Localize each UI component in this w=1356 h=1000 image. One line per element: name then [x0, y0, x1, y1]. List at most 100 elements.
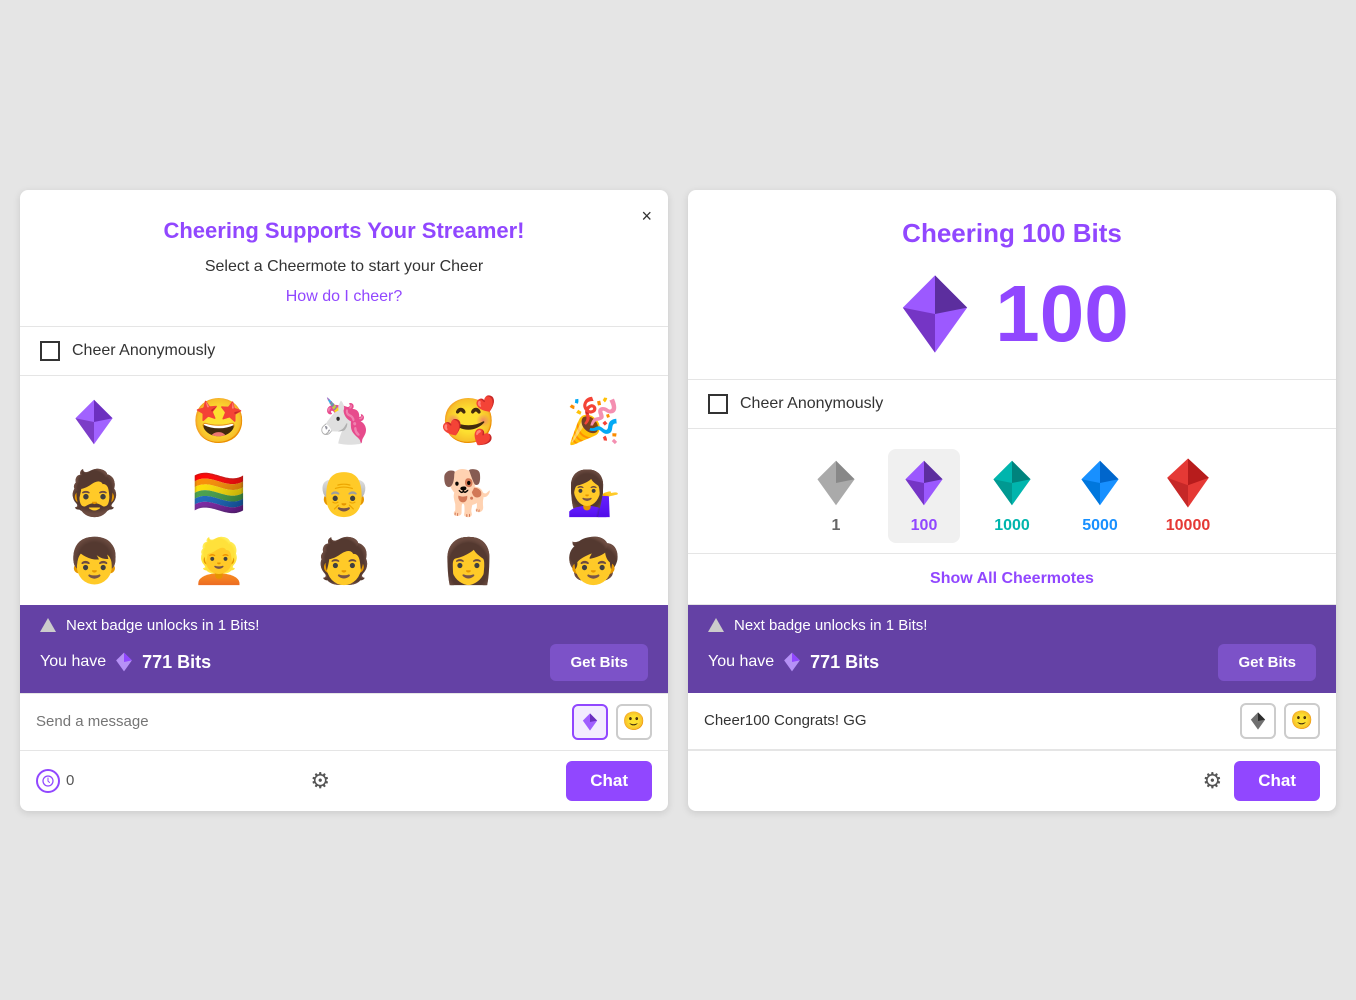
- tier-item-100[interactable]: 100: [888, 449, 960, 543]
- right-panel: Cheering 100 Bits 100 Cheer Anonymously: [688, 190, 1336, 811]
- left-badge-unlock: Next badge unlocks in 1 Bits!: [40, 617, 648, 634]
- cheermote-face2-emoji: 🧔: [67, 472, 122, 516]
- tier-item-1[interactable]: 1: [800, 449, 872, 543]
- left-badge-unlock-text: Next badge unlocks in 1 Bits!: [66, 617, 259, 634]
- show-all-cheermotes-link[interactable]: Show All Cheermotes: [688, 554, 1336, 605]
- right-bits-input-button[interactable]: [1240, 703, 1276, 739]
- right-badge-bar: Next badge unlocks in 1 Bits! You have 7…: [688, 605, 1336, 693]
- cheermote-dog[interactable]: 🐕: [410, 464, 527, 524]
- right-chat-input-row: 🙂: [688, 693, 1336, 750]
- left-get-bits-button[interactable]: Get Bits: [550, 644, 648, 681]
- right-big-num-text: 100: [995, 274, 1128, 354]
- cheermote-face9[interactable]: 🧒: [535, 532, 652, 592]
- right-get-bits-button[interactable]: Get Bits: [1218, 644, 1316, 681]
- tier-5000-icon: [1076, 457, 1124, 509]
- cheermote-face1-emoji: 🤩: [192, 400, 247, 444]
- cheermote-face4-emoji: 💁‍♀️: [566, 472, 621, 516]
- left-panel-header: × Cheering Supports Your Streamer! Selec…: [20, 190, 668, 327]
- cheermote-party[interactable]: 🎉: [535, 388, 652, 456]
- tier-100-icon: [900, 457, 948, 509]
- right-bits-count-value: 771 Bits: [810, 652, 879, 673]
- left-slow-mode: 0: [36, 769, 74, 793]
- tier-item-1000[interactable]: 1000: [976, 449, 1048, 543]
- cheermote-heart-emoji: 🥰: [441, 400, 496, 444]
- tier-1-icon: [812, 457, 860, 509]
- left-panel: × Cheering Supports Your Streamer! Selec…: [20, 190, 668, 811]
- right-badge-unlock-text: Next badge unlocks in 1 Bits!: [734, 617, 927, 634]
- right-anon-label: Cheer Anonymously: [740, 395, 883, 413]
- cheermote-dog-emoji: 🐕: [441, 472, 496, 516]
- left-bits-input-button[interactable]: [572, 704, 608, 740]
- right-you-have: You have: [708, 653, 774, 671]
- anon-checkbox[interactable]: [40, 341, 60, 361]
- left-chat-input-row: 🙂: [20, 693, 668, 750]
- cheermote-unicorn-emoji: 🦄: [317, 400, 372, 444]
- right-bits-info: You have 771 Bits Get Bits: [708, 644, 1316, 681]
- cheermote-face7-emoji: 🧑: [317, 540, 372, 584]
- tier-1000-icon: [988, 457, 1036, 509]
- anon-checkbox-row: Cheer Anonymously: [20, 327, 668, 376]
- cheermote-pride-emoji: 🏳️‍🌈: [192, 472, 247, 516]
- left-chat-bottom-row: 0 ⚙ Chat: [20, 750, 668, 811]
- cheermote-face8[interactable]: 👩: [410, 532, 527, 592]
- right-panel-header: Cheering 100 Bits 100: [688, 190, 1336, 380]
- right-settings-gear-icon[interactable]: ⚙: [1202, 768, 1222, 794]
- cheermote-unicorn[interactable]: 🦄: [286, 388, 403, 456]
- cheermote-face6-emoji: 👱: [192, 540, 247, 584]
- left-bits-diamond-icon: [114, 651, 134, 673]
- cheermote-face8-emoji: 👩: [441, 540, 496, 584]
- left-you-have: You have: [40, 653, 106, 671]
- cheermote-face3[interactable]: 👴: [286, 464, 403, 524]
- right-anon-row: Cheer Anonymously: [688, 380, 1336, 429]
- right-chat-button[interactable]: Chat: [1234, 761, 1320, 801]
- right-badge-tri-icon: [708, 618, 724, 632]
- tier-10000-icon: [1164, 457, 1212, 509]
- cheermote-face5-emoji: 👦: [67, 540, 122, 584]
- cheermotes-grid: 🤩 🦄 🥰 🎉 🧔 🏳️‍🌈 👴 🐕: [20, 376, 668, 605]
- cheermote-face6[interactable]: 👱: [161, 532, 278, 592]
- left-bits-input-icon: [581, 712, 599, 732]
- left-bits-count-value: 771 Bits: [142, 652, 211, 673]
- how-to-cheer-link[interactable]: How do I cheer?: [44, 288, 644, 306]
- right-emoji-button[interactable]: 🙂: [1284, 703, 1320, 739]
- cheermote-diamond[interactable]: [36, 388, 153, 456]
- cheermote-face9-emoji: 🧒: [566, 540, 621, 584]
- left-settings-gear-icon[interactable]: ⚙: [310, 768, 330, 794]
- right-bits-input-icon: [1249, 711, 1267, 731]
- left-slow-mode-icon: [36, 769, 60, 793]
- right-title-prefix: Cheering: [902, 218, 1022, 248]
- left-bits-count: You have 771 Bits: [40, 651, 211, 673]
- cheermote-face1[interactable]: 🤩: [161, 388, 278, 456]
- right-tier-row: 1 100 1000: [688, 429, 1336, 554]
- anon-label: Cheer Anonymously: [72, 342, 215, 360]
- left-emoji-button[interactable]: 🙂: [616, 704, 652, 740]
- cheermote-face4[interactable]: 💁‍♀️: [535, 464, 652, 524]
- left-panel-title: Cheering Supports Your Streamer!: [44, 218, 644, 244]
- right-big-diamond-icon: [895, 269, 975, 359]
- cheermote-face2[interactable]: 🧔: [36, 464, 153, 524]
- panels-container: × Cheering Supports Your Streamer! Selec…: [20, 190, 1336, 811]
- cheermote-face3-emoji: 👴: [317, 472, 372, 516]
- right-bits-count: You have 771 Bits: [708, 651, 879, 673]
- cheermote-pride[interactable]: 🏳️‍🌈: [161, 464, 278, 524]
- left-slow-mode-count: 0: [66, 772, 74, 789]
- tier-100-label: 100: [911, 517, 938, 535]
- right-panel-title: Cheering 100 Bits: [712, 218, 1312, 249]
- right-chat-bottom-row: ⚙ Chat: [688, 750, 1336, 811]
- tier-item-5000[interactable]: 5000: [1064, 449, 1136, 543]
- cheermote-face5[interactable]: 👦: [36, 532, 153, 592]
- left-slow-mode-svg: [42, 775, 54, 787]
- left-chat-button[interactable]: Chat: [566, 761, 652, 801]
- tier-10000-label: 10000: [1166, 517, 1211, 535]
- tier-item-10000[interactable]: 10000: [1152, 449, 1224, 543]
- right-anon-checkbox[interactable]: [708, 394, 728, 414]
- right-chat-input[interactable]: [704, 712, 1232, 729]
- cheermote-heart[interactable]: 🥰: [410, 388, 527, 456]
- right-title-highlight: 100: [1022, 218, 1065, 248]
- close-button[interactable]: ×: [641, 206, 652, 227]
- right-badge-unlock: Next badge unlocks in 1 Bits!: [708, 617, 1316, 634]
- left-smiley-icon: 🙂: [623, 711, 645, 732]
- cheermote-face7[interactable]: 🧑: [286, 532, 403, 592]
- left-bits-info: You have 771 Bits Get Bits: [40, 644, 648, 681]
- left-chat-input[interactable]: [36, 713, 564, 730]
